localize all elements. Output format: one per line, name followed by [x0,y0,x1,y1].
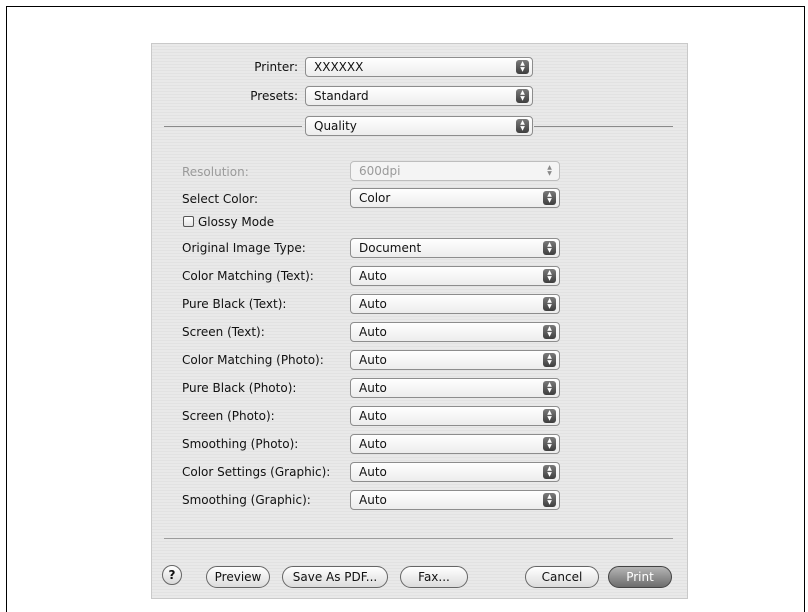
setting-label: Color Matching (Text): [182,269,314,283]
cancel-button[interactable]: Cancel [525,566,599,588]
resolution-value: 600dpi [359,164,401,178]
setting-popup[interactable]: Auto ▲ ▼ [350,434,560,454]
setting-popup[interactable]: Auto ▲ ▼ [350,266,560,286]
select-color-value: Color [359,191,391,205]
setting-value: Auto [359,437,387,451]
setting-popup[interactable]: Auto ▲ ▼ [350,462,560,482]
setting-value: Auto [359,465,387,479]
setting-popup[interactable]: Auto ▲ ▼ [350,490,560,510]
select-color-label: Select Color: [182,192,258,206]
setting-value: Auto [359,297,387,311]
separator-right [534,126,673,127]
setting-label: Pure Black (Text): [182,297,287,311]
setting-label: Smoothing (Photo): [182,437,299,451]
setting-popup[interactable]: Auto ▲ ▼ [350,406,560,426]
print-dialog: Printer: XXXXXX ▲ ▼ Presets: Standard ▲ ▼ … [151,43,688,599]
setting-value: Auto [359,269,387,283]
panel-popup[interactable]: Quality ▲ ▼ [305,116,533,136]
setting-popup[interactable]: Auto ▲ ▼ [350,350,560,370]
up-down-arrows-icon: ▲ ▼ [543,297,556,311]
select-color-popup[interactable]: Color ▲ ▼ [350,188,560,208]
setting-label: Screen (Photo): [182,409,275,423]
up-down-arrows-icon: ▲ ▼ [547,164,552,177]
presets-value: Standard [314,89,369,103]
presets-label: Presets: [250,89,298,103]
printer-popup[interactable]: XXXXXX ▲ ▼ [305,57,533,77]
setting-label: Screen (Text): [182,325,265,339]
up-down-arrows-icon: ▲ ▼ [543,465,556,479]
setting-popup[interactable]: Auto ▲ ▼ [350,378,560,398]
setting-popup[interactable]: Auto ▲ ▼ [350,294,560,314]
setting-popup[interactable]: Auto ▲ ▼ [350,322,560,342]
printer-label: Printer: [254,60,298,74]
help-button[interactable]: ? [162,565,182,585]
bottom-separator [164,538,673,539]
up-down-arrows-icon: ▲ ▼ [543,409,556,423]
up-down-arrows-icon: ▲ ▼ [516,60,529,74]
up-down-arrows-icon: ▲ ▼ [543,437,556,451]
setting-value: Auto [359,409,387,423]
up-down-arrows-icon: ▲ ▼ [516,89,529,103]
setting-label: Color Matching (Photo): [182,353,324,367]
up-down-arrows-icon: ▲ ▼ [543,325,556,339]
up-down-arrows-icon: ▲ ▼ [516,119,529,133]
setting-label: Smoothing (Graphic): [182,493,311,507]
presets-popup[interactable]: Standard ▲ ▼ [305,86,533,106]
resolution-popup: 600dpi ▲ ▼ [350,161,560,181]
separator-left [164,126,302,127]
page-frame: Printer: XXXXXX ▲ ▼ Presets: Standard ▲ ▼ … [6,6,805,612]
save-as-pdf-button[interactable]: Save As PDF... [282,566,388,588]
up-down-arrows-icon: ▲ ▼ [543,493,556,507]
up-down-arrows-icon: ▲ ▼ [543,381,556,395]
fax-button[interactable]: Fax... [400,566,468,588]
setting-label: Original Image Type: [182,241,306,255]
panel-value: Quality [314,119,357,133]
setting-value: Auto [359,325,387,339]
setting-value: Auto [359,353,387,367]
setting-popup[interactable]: Document ▲ ▼ [350,238,560,258]
setting-value: Auto [359,381,387,395]
printer-value: XXXXXX [314,60,364,74]
setting-label: Pure Black (Photo): [182,381,297,395]
up-down-arrows-icon: ▲ ▼ [543,353,556,367]
setting-value: Document [359,241,422,255]
print-button[interactable]: Print [608,566,672,588]
up-down-arrows-icon: ▲ ▼ [543,269,556,283]
glossy-mode-checkbox[interactable] [183,216,194,227]
preview-button[interactable]: Preview [206,566,270,588]
up-down-arrows-icon: ▲ ▼ [543,241,556,255]
setting-value: Auto [359,493,387,507]
resolution-label: Resolution: [182,165,249,179]
glossy-mode-label: Glossy Mode [198,215,275,229]
setting-label: Color Settings (Graphic): [182,465,331,479]
up-down-arrows-icon: ▲ ▼ [543,191,556,205]
